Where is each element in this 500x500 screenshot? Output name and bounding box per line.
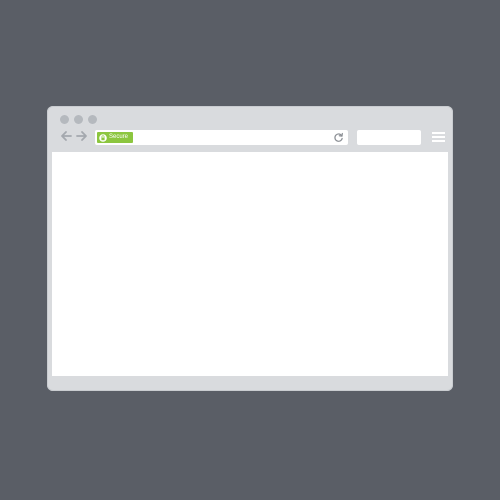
arrow-left-icon — [61, 131, 72, 141]
lock-icon — [99, 133, 107, 142]
minimize-window-dot[interactable] — [74, 115, 83, 124]
secure-label: Secure — [109, 134, 129, 140]
arrow-right-icon — [76, 131, 87, 141]
menu-line — [432, 132, 445, 134]
title-bar — [47, 106, 453, 130]
menu-line — [432, 140, 445, 142]
page-viewport[interactable] — [52, 152, 448, 376]
close-window-dot[interactable] — [60, 115, 69, 124]
hamburger-menu-icon[interactable] — [432, 131, 445, 143]
browser-window: Secure — [47, 106, 453, 391]
search-input[interactable] — [357, 130, 421, 145]
page-background: Secure — [0, 0, 500, 500]
menu-line — [432, 136, 445, 138]
back-arrow-icon[interactable] — [58, 129, 74, 145]
forward-arrow-icon[interactable] — [74, 129, 90, 145]
secure-badge[interactable]: Secure — [97, 132, 133, 143]
address-bar[interactable]: Secure — [95, 130, 348, 145]
maximize-window-dot[interactable] — [88, 115, 97, 124]
reload-icon[interactable] — [333, 132, 344, 143]
